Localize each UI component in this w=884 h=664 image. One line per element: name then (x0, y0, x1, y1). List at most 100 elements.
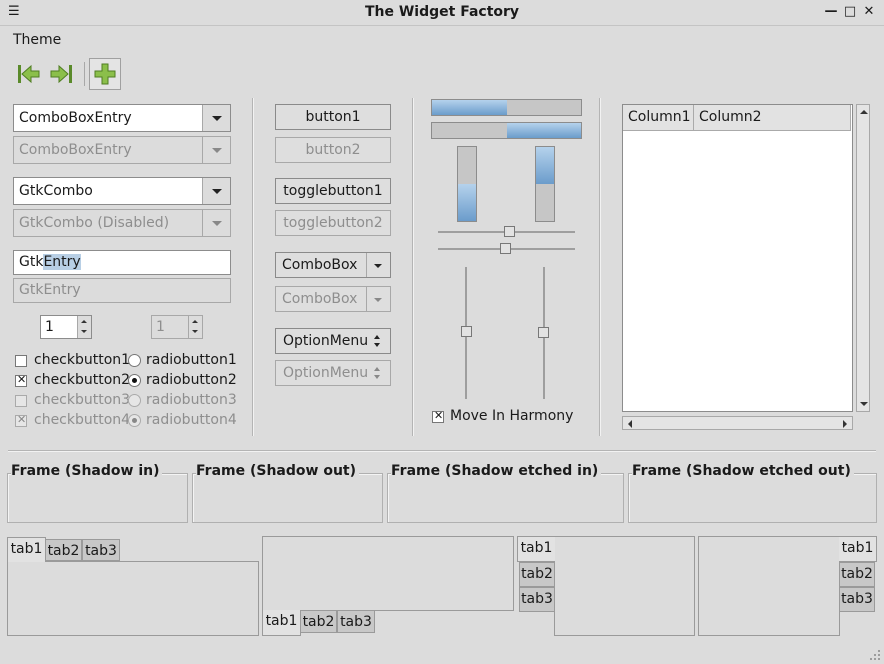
gtk-entry-selection: Entry (43, 254, 81, 270)
dropdown-arrow-icon[interactable] (202, 178, 230, 204)
radio-2[interactable] (128, 374, 141, 387)
button1[interactable]: button1 (275, 104, 391, 130)
move-in-harmony-checkbox[interactable] (432, 409, 444, 423)
horizontal-scrollbar[interactable] (622, 416, 853, 430)
combobox-entry-text: ComboBoxEntry (19, 110, 132, 126)
gtk-combo-disabled-text: GtkCombo (Disabled) (19, 215, 170, 231)
dropdown-arrow-icon (202, 137, 230, 163)
dropdown-arrow-icon (366, 287, 390, 311)
minimize-icon[interactable]: — (824, 5, 838, 19)
vscale-1-slider[interactable] (461, 326, 472, 337)
dropdown-arrow-icon[interactable] (366, 253, 390, 277)
frame-shadow-etched-in-label: Frame (Shadow etched in) (391, 463, 602, 479)
scroll-right-icon[interactable] (839, 418, 851, 430)
spin-arrows[interactable] (77, 316, 91, 338)
notebook-left-tab3[interactable]: tab3 (519, 587, 555, 612)
frame-shadow-out (192, 473, 383, 523)
menu-theme[interactable]: Theme (13, 32, 61, 48)
progress-fill (432, 100, 507, 115)
progress-bar-horizontal-1 (431, 99, 582, 116)
notebook-top-tab2[interactable]: tab2 (45, 539, 82, 561)
notebook-top-page (7, 561, 259, 636)
checkbox-3-label: checkbutton3 (34, 392, 131, 408)
dropdown-arrow-icon (202, 210, 230, 236)
checkbox-1-label: checkbutton1 (34, 352, 131, 368)
combobox-entry-disabled: ComboBoxEntry (13, 136, 231, 164)
notebook-right-tab2[interactable]: tab2 (839, 562, 875, 587)
notebook-right-tab1[interactable]: tab1 (839, 536, 877, 562)
frame-shadow-etched-in (387, 473, 624, 523)
updown-arrow-icon (374, 335, 382, 349)
radio-1[interactable] (128, 354, 141, 367)
scroll-up-icon[interactable] (858, 106, 870, 118)
tree-view[interactable]: Column1 Column2 (622, 104, 853, 412)
resize-grip-icon[interactable] (866, 646, 882, 662)
scroll-down-icon[interactable] (858, 398, 870, 410)
column-header-1[interactable]: Column1 (623, 105, 694, 131)
radio-3 (128, 394, 141, 407)
option-menu-disabled-label: OptionMenu (283, 365, 369, 381)
separator (8, 450, 876, 451)
checkbox-1[interactable] (15, 355, 27, 367)
gtk-combo[interactable]: GtkCombo (13, 177, 231, 205)
go-last-icon (50, 64, 72, 84)
hscale-2-slider[interactable] (500, 243, 511, 254)
gtk-combo-disabled: GtkCombo (Disabled) (13, 209, 231, 237)
notebook-left-tab2[interactable]: tab2 (519, 562, 555, 587)
separator (252, 98, 253, 436)
vertical-scrollbar[interactable] (856, 104, 870, 412)
notebook-bottom-tab1[interactable]: tab1 (262, 610, 301, 636)
radio-4 (128, 414, 141, 427)
spin-value: 1 (45, 319, 54, 335)
notebook-right-tab3[interactable]: tab3 (839, 587, 875, 612)
scroll-left-icon[interactable] (624, 418, 636, 430)
notebook-bottom-tab2[interactable]: tab2 (300, 610, 337, 633)
combobox-entry-disabled-text: ComboBoxEntry (19, 142, 132, 158)
add-button[interactable] (89, 58, 121, 90)
notebook-left-page (554, 536, 695, 636)
togglebutton2: togglebutton2 (275, 210, 391, 236)
go-last-button[interactable] (48, 59, 76, 89)
combobox-entry[interactable]: ComboBoxEntry (13, 104, 231, 132)
progress-fill (458, 184, 476, 221)
separator (599, 98, 600, 436)
vscale-2-slider[interactable] (538, 327, 549, 338)
go-first-icon (18, 64, 40, 84)
move-in-harmony-label: Move In Harmony (450, 408, 574, 424)
frame-shadow-in-label: Frame (Shadow in) (11, 463, 163, 479)
notebook-right-page (698, 536, 840, 636)
button2: button2 (275, 137, 391, 163)
gtk-entry-disabled-text: GtkEntry (19, 282, 81, 298)
spin-button-disabled: 1 (151, 315, 203, 339)
spin-value: 1 (156, 319, 165, 335)
notebook-top-tab3[interactable]: tab3 (82, 539, 120, 561)
radio-3-label: radiobutton3 (146, 392, 237, 408)
checkbox-4 (15, 413, 27, 427)
checkbox-4-label: checkbutton4 (34, 412, 131, 428)
gtk-entry-text: Gtk (19, 254, 44, 270)
option-menu[interactable]: OptionMenu (275, 328, 391, 354)
window-title: The Widget Factory (364, 4, 520, 20)
notebook-left-tab1[interactable]: tab1 (517, 536, 555, 562)
notebook-bottom-tab3[interactable]: tab3 (337, 610, 375, 633)
dropdown-arrow-icon[interactable] (202, 105, 230, 131)
gtk-entry-disabled: GtkEntry (13, 278, 231, 303)
close-icon[interactable]: ✕ (862, 5, 876, 19)
column-header-2[interactable]: Column2 (694, 105, 851, 131)
frame-shadow-out-label: Frame (Shadow out) (196, 463, 359, 479)
togglebutton1[interactable]: togglebutton1 (275, 178, 391, 204)
notebook-top-tab1[interactable]: tab1 (7, 537, 46, 562)
frame-shadow-etched-out (628, 473, 877, 523)
checkbox-2[interactable] (15, 373, 27, 387)
go-first-button[interactable] (14, 59, 42, 89)
combobox[interactable]: ComboBox (275, 252, 391, 278)
maximize-icon[interactable]: □ (843, 5, 857, 19)
gtk-entry[interactable]: GtkEntry (13, 250, 231, 275)
hscale-1-slider[interactable] (504, 226, 515, 237)
combobox-disabled: ComboBox (275, 286, 391, 312)
spin-arrows (188, 316, 202, 338)
notebook-bottom-page (262, 536, 514, 611)
frame-shadow-etched-out-label: Frame (Shadow etched out) (632, 463, 854, 479)
toolbar-separator (84, 62, 85, 86)
spin-button[interactable]: 1 (40, 315, 92, 339)
